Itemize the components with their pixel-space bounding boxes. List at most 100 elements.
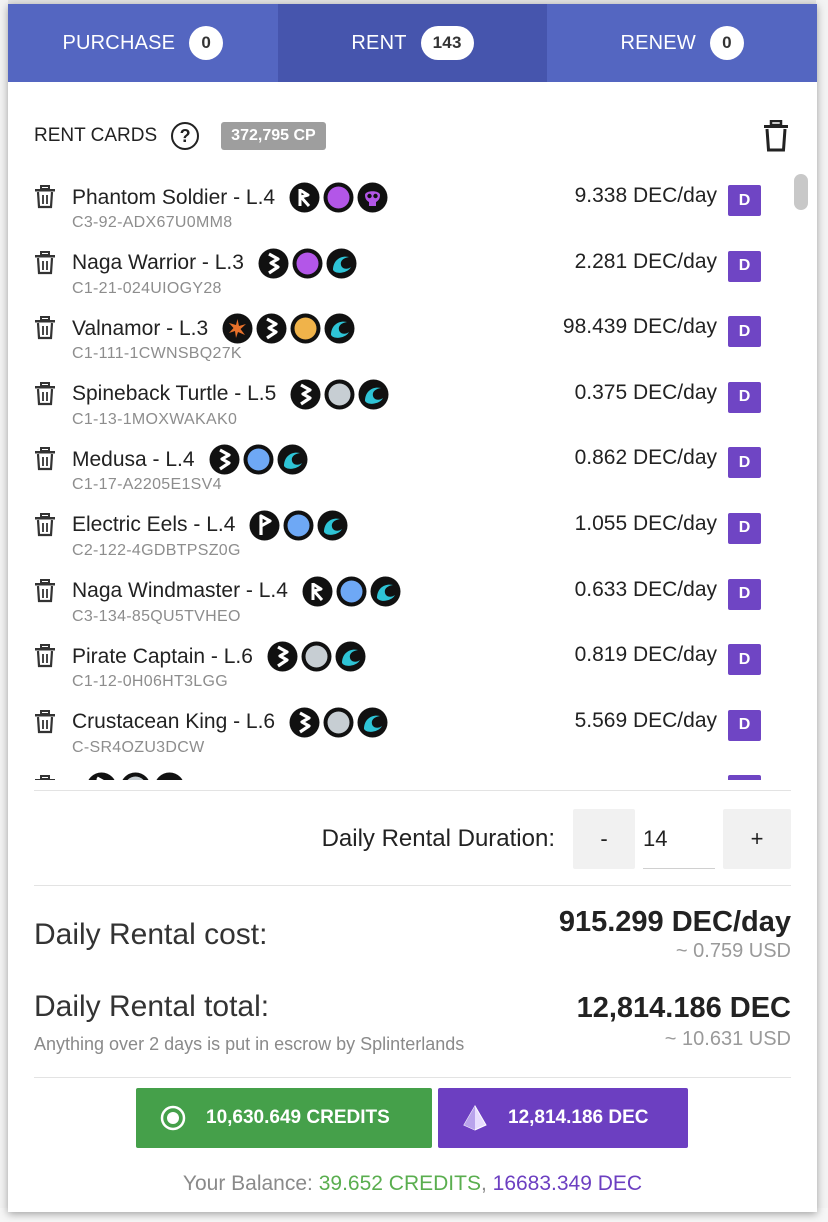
card-id: C1-111-1CWNSBQ27K: [72, 345, 242, 363]
water-icon: [317, 510, 348, 541]
card-name-line: Valnamor - L.3: [72, 313, 355, 344]
card-name[interactable]: Spineback Turtle - L.5: [72, 382, 276, 406]
card-name[interactable]: Naga Windmaster - L.4: [72, 579, 288, 603]
tab-rent-label: RENT: [351, 31, 407, 54]
water-icon: [326, 248, 357, 279]
dec-currency-badge: D: [728, 644, 761, 676]
water-icon: [358, 379, 389, 410]
card-name[interactable]: Pirate Captain - L.6: [72, 645, 253, 669]
card-id: C1-21-024UIOGY28: [72, 279, 222, 297]
scrollbar-thumb[interactable]: [794, 174, 808, 210]
card-name[interactable]: Medusa - L.4: [72, 448, 195, 472]
dec-currency-badge: D: [728, 250, 761, 282]
card-stat-icons: [222, 313, 355, 344]
dec-currency-badge: D: [728, 775, 761, 780]
water-icon: [370, 576, 401, 607]
card-stat-icons: [289, 707, 388, 738]
pay-credits-label: 10,630.649 CREDITS: [206, 1107, 390, 1128]
card-name-line: Naga Windmaster - L.4: [72, 576, 401, 607]
remove-card-trash-icon[interactable]: [34, 578, 56, 603]
cp-badge: 372,795 CP: [221, 122, 326, 150]
credits-coin-icon: [160, 1105, 186, 1131]
remove-card-trash-icon[interactable]: [34, 381, 56, 406]
pay-dec-label: 12,814.186 DEC: [508, 1107, 649, 1128]
tab-renew[interactable]: RENEW 0: [547, 4, 817, 82]
dec-currency-badge: D: [728, 512, 761, 544]
rental-duration-row: Daily Rental Duration: - +: [34, 808, 791, 870]
remove-card-trash-icon[interactable]: [34, 316, 56, 340]
ability-r-icon: [302, 576, 333, 607]
card-stat-icons: [290, 379, 389, 410]
spark-icon: [222, 313, 253, 344]
card-list-scrollbar[interactable]: [791, 172, 811, 780]
background-page-left: [0, 0, 8, 1222]
card-id: C1-12-0H06HT3LGG: [72, 673, 228, 691]
ability-p-icon: [249, 510, 280, 541]
dec-currency-badge: D: [728, 316, 761, 348]
rent-card-list: Phantom Soldier - L.4 C3-92-ADX67U0MM8 9.3…: [8, 172, 789, 780]
remove-card-trash-icon[interactable]: [34, 250, 56, 275]
card-name-line: [72, 772, 185, 780]
gray-icon: [301, 641, 332, 672]
card-name[interactable]: Phantom Soldier - L.4: [72, 186, 275, 210]
card-name[interactable]: Electric Eels - L.4: [72, 513, 235, 537]
card-name-line: Crustacean King - L.6: [72, 707, 388, 738]
tab-rent[interactable]: RENT 143: [277, 4, 548, 82]
remove-card-trash-icon[interactable]: [34, 775, 56, 780]
card-stat-icons: [302, 576, 401, 607]
water-icon: [277, 444, 308, 475]
card-id: C-SR4OZU3DCW: [72, 738, 205, 756]
tab-renew-count: 0: [709, 26, 744, 60]
remove-card-trash-icon[interactable]: [34, 185, 56, 209]
help-icon[interactable]: ?: [171, 122, 200, 150]
card-row: D: [8, 762, 789, 780]
rent-cart-panel: PURCHASE 0 RENT 143 RENEW 0 RENT CARDS ?…: [8, 4, 817, 1212]
tab-purchase[interactable]: PURCHASE 0: [8, 4, 278, 82]
card-id: C3-92-ADX67U0MM8: [72, 214, 233, 231]
blue-icon: [243, 444, 274, 475]
pay-with-dec-button[interactable]: 12,814.186 DEC: [438, 1088, 688, 1148]
card-row: Phantom Soldier - L.4 C3-92-ADX67U0MM8 9.3…: [8, 172, 789, 238]
card-row: Naga Warrior - L.3 C1-21-024UIOGY28 2.281 …: [8, 238, 789, 304]
card-name-line: Medusa - L.4: [72, 444, 308, 475]
background-page-right: [816, 0, 828, 1222]
card-stat-icons: [86, 772, 185, 780]
page-title: RENT CARDS: [34, 125, 158, 146]
remove-card-trash-icon[interactable]: [34, 644, 56, 668]
duration-decrease-button[interactable]: -: [573, 809, 635, 869]
death-skull-icon: [357, 182, 388, 213]
card-name[interactable]: Valnamor - L.3: [72, 317, 208, 341]
balance-separator: ,: [480, 1172, 493, 1195]
ability-b-icon: [258, 248, 289, 279]
dec-currency-badge: D: [728, 447, 761, 479]
payment-buttons: 10,630.649 CREDITS 12,814.186 DEC: [136, 1088, 688, 1148]
card-name-line: Electric Eels - L.4: [72, 510, 348, 541]
pay-with-credits-button[interactable]: 10,630.649 CREDITS: [136, 1088, 432, 1148]
remove-card-trash-icon[interactable]: [34, 447, 56, 471]
card-name[interactable]: Crustacean King - L.6: [72, 710, 275, 734]
card-stat-icons: [267, 641, 366, 672]
card-name-line: Pirate Captain - L.6: [72, 641, 366, 672]
daily-cost-usd: ~ 0.759 USD: [675, 940, 791, 962]
card-row: Spineback Turtle - L.5 C1-13-1MOXWAKAK0 0.…: [8, 369, 789, 435]
balance-prefix: Your Balance:: [182, 1172, 319, 1195]
balance-dec: 16683.349 DEC: [492, 1172, 643, 1195]
dec-currency-badge: D: [728, 185, 761, 216]
card-price: 5.569 DEC/day: [574, 708, 717, 732]
duration-input[interactable]: [643, 809, 715, 869]
dec-currency-badge: D: [728, 578, 761, 610]
purple-icon: [292, 248, 323, 279]
card-price: 0.862 DEC/day: [574, 446, 717, 470]
card-price: 9.338 DEC/day: [574, 184, 717, 207]
tab-rent-count: 143: [420, 26, 474, 60]
duration-label: Daily Rental Duration:: [321, 825, 555, 852]
duration-increase-button[interactable]: +: [723, 809, 791, 869]
your-balance: Your Balance: 39.652 CREDITS, 16683.349 …: [8, 1172, 817, 1196]
clear-all-trash-icon[interactable]: [761, 120, 791, 152]
ability-b-icon: [86, 772, 117, 780]
remove-card-trash-icon[interactable]: [34, 709, 56, 734]
water-icon: [324, 313, 355, 344]
card-name[interactable]: Naga Warrior - L.3: [72, 251, 244, 275]
card-price: 2.281 DEC/day: [574, 249, 717, 273]
remove-card-trash-icon[interactable]: [34, 512, 56, 537]
